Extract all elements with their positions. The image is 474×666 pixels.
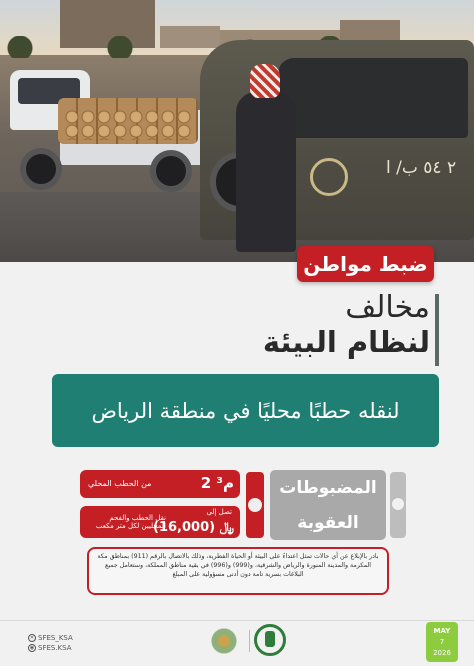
penalty-desc: نقل الحطب والفحم المحليين لكل متر مكعب (95, 514, 166, 530)
headline-line1: مخالف (345, 290, 430, 325)
x-icon: ✕ (28, 634, 36, 642)
officer (236, 92, 296, 252)
penalty-box: تصل إلى (16,000) ﷼ نقل الحطب والفحم المح… (80, 506, 240, 538)
penalty-label: العقوبة (276, 507, 380, 538)
footer-divider (0, 620, 474, 621)
handle-text: SFES_KSA (38, 634, 73, 642)
headline-badge: ضبط مواطن (297, 246, 434, 282)
news-photo: ٢ ٥٤ ب/ ا (0, 0, 474, 262)
wheel (20, 148, 62, 190)
vehicle-emblem-icon (310, 158, 348, 196)
headline-line2: لنظام البيئة (262, 325, 430, 359)
wheel (150, 150, 192, 192)
stats-block: 2 م³ من الحطب المحلي تصل إلى (16,000) ﷼ … (80, 470, 406, 542)
divider-dot-icon (392, 498, 404, 510)
special-forces-logo (254, 624, 286, 656)
x-handle[interactable]: ✕ SFES_KSA (28, 634, 73, 642)
vehicle-number: ٢ ٥٤ ب/ ا (386, 158, 457, 178)
divider-dot-icon (248, 498, 262, 512)
instagram-icon: ◉ (28, 644, 36, 652)
ministry-logo (204, 626, 244, 656)
date-month: MAY (433, 627, 451, 635)
instagram-handle[interactable]: ◉ SFES.KSA (28, 644, 72, 652)
date-day: 7 (439, 638, 445, 646)
seized-desc: من الحطب المحلي (88, 479, 152, 488)
seized-label: المضبوطات (279, 477, 377, 498)
stats-labels: المضبوطات العقوبة (270, 470, 386, 540)
date-year: 2026 (433, 649, 451, 657)
report-notice: بادر بالإبلاغ عن أي حالات تمثل اعتداءً ع… (87, 547, 389, 595)
stats-divider-red (246, 472, 264, 538)
reason-banner: لنقله حطبًا محليًا في منطقة الرياض (52, 374, 439, 447)
logo-separator (249, 630, 250, 652)
stats-divider-grey (390, 472, 406, 538)
firewood-ends (64, 110, 192, 140)
date-badge: MAY 7 2026 (426, 622, 458, 662)
seized-box: 2 م³ من الحطب المحلي (80, 470, 240, 498)
officer-headscarf (250, 64, 280, 98)
seized-value: 2 م³ (200, 474, 234, 492)
penalty-prefix: تصل إلى (206, 508, 232, 516)
handle-text: SFES.KSA (38, 644, 72, 652)
title-accent-bar (435, 294, 439, 366)
